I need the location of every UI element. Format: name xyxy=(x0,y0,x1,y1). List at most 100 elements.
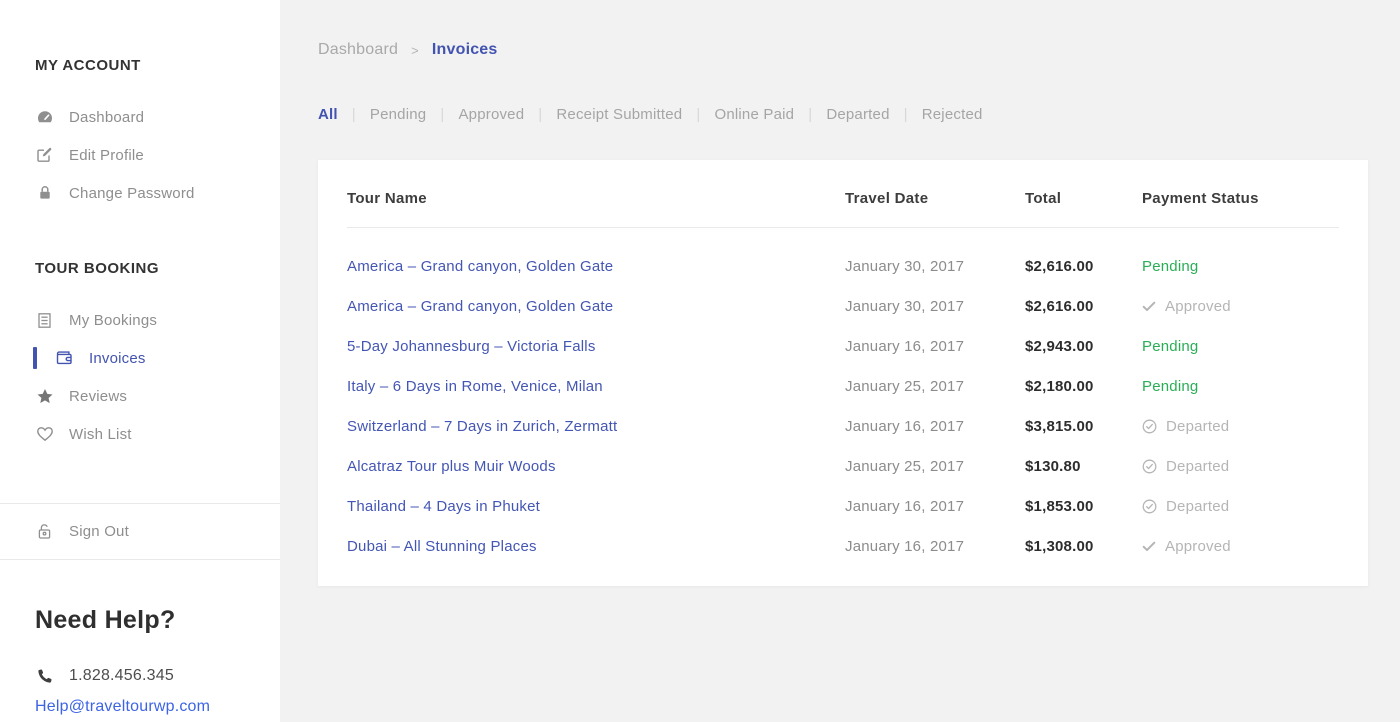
sidebar-item-invoices[interactable]: Invoices xyxy=(35,339,280,377)
section-title-my-account: MY ACCOUNT xyxy=(35,57,280,74)
filter-tab-rejected[interactable]: Rejected xyxy=(922,106,983,123)
breadcrumb-separator: > xyxy=(411,43,419,58)
payment-status-label: Departed xyxy=(1166,458,1229,475)
help-phone-number: 1.828.456.345 xyxy=(69,667,174,685)
filter-tab-departed[interactable]: Departed xyxy=(826,106,889,123)
edit-icon xyxy=(35,147,54,163)
payment-status-cell: Departed xyxy=(1142,458,1339,475)
payment-status-label: Pending xyxy=(1142,258,1198,275)
breadcrumb-dashboard-link[interactable]: Dashboard xyxy=(318,41,398,59)
tab-separator: | xyxy=(440,106,444,123)
total-cell: $2,616.00 xyxy=(1025,258,1142,275)
section-title-tour-booking: TOUR BOOKING xyxy=(35,260,280,277)
sidebar-item-reviews[interactable]: Reviews xyxy=(35,377,280,415)
total-cell: $1,308.00 xyxy=(1025,538,1142,555)
active-indicator-bar xyxy=(33,347,37,369)
check-circle-icon xyxy=(1142,459,1157,474)
need-help-heading: Need Help? xyxy=(35,606,280,635)
tour-name-link[interactable]: Italy – 6 Days in Rome, Venice, Milan xyxy=(347,378,603,395)
travel-date-cell: January 16, 2017 xyxy=(845,498,1025,515)
filter-tab-all[interactable]: All xyxy=(318,106,338,123)
payment-status-label: Approved xyxy=(1165,298,1231,315)
travel-date-cell: January 16, 2017 xyxy=(845,418,1025,435)
sidebar-item-dashboard[interactable]: Dashboard xyxy=(35,98,280,136)
tab-separator: | xyxy=(808,106,812,123)
tour-name-link[interactable]: Switzerland – 7 Days in Zurich, Zermatt xyxy=(347,418,617,435)
tour-name-link[interactable]: America – Grand canyon, Golden Gate xyxy=(347,258,613,275)
wallet-icon xyxy=(55,350,74,366)
filter-tab-approved[interactable]: Approved xyxy=(458,106,524,123)
sidebar-item-label: Wish List xyxy=(69,426,132,443)
column-header-total: Total xyxy=(1025,190,1142,207)
payment-status-label: Pending xyxy=(1142,338,1198,355)
tour-name-link[interactable]: Thailand – 4 Days in Phuket xyxy=(347,498,540,515)
table-body: America – Grand canyon, Golden Gate Janu… xyxy=(347,228,1339,566)
breadcrumb: Dashboard > Invoices xyxy=(318,41,1400,59)
table-row: Dubai – All Stunning Places January 16, … xyxy=(347,526,1339,566)
table-header-row: Tour Name Travel Date Total Payment Stat… xyxy=(347,160,1339,228)
travel-date-cell: January 30, 2017 xyxy=(845,298,1025,315)
column-header-tour-name: Tour Name xyxy=(347,190,845,207)
filter-tab-receipt-submitted[interactable]: Receipt Submitted xyxy=(556,106,682,123)
payment-status-label: Departed xyxy=(1166,418,1229,435)
help-email-link[interactable]: Help@traveltourwp.com xyxy=(35,698,210,716)
filter-tab-online-paid[interactable]: Online Paid xyxy=(714,106,794,123)
table-row: Alcatraz Tour plus Muir Woods January 25… xyxy=(347,446,1339,486)
lock-icon xyxy=(35,185,54,201)
tab-separator: | xyxy=(696,106,700,123)
tour-name-link[interactable]: 5-Day Johannesburg – Victoria Falls xyxy=(347,338,596,355)
breadcrumb-current-page: Invoices xyxy=(432,41,498,59)
table-row: Switzerland – 7 Days in Zurich, Zermatt … xyxy=(347,406,1339,446)
payment-status-cell: Departed xyxy=(1142,498,1339,515)
tour-name-link[interactable]: Alcatraz Tour plus Muir Woods xyxy=(347,458,556,475)
tab-separator: | xyxy=(904,106,908,123)
table-row: 5-Day Johannesburg – Victoria Falls Janu… xyxy=(347,326,1339,366)
filter-tab-pending[interactable]: Pending xyxy=(370,106,426,123)
divider xyxy=(0,559,280,560)
sidebar-item-label: Dashboard xyxy=(69,109,144,126)
sidebar-item-edit-profile[interactable]: Edit Profile xyxy=(35,136,280,174)
travel-date-cell: January 16, 2017 xyxy=(845,538,1025,555)
travel-date-cell: January 25, 2017 xyxy=(845,378,1025,395)
payment-status-label: Departed xyxy=(1166,498,1229,515)
sidebar-item-label: Change Password xyxy=(69,185,195,202)
total-cell: $2,616.00 xyxy=(1025,298,1142,315)
total-cell: $3,815.00 xyxy=(1025,418,1142,435)
sidebar-item-my-bookings[interactable]: My Bookings xyxy=(35,301,280,339)
payment-status-cell: Approved xyxy=(1142,538,1339,555)
sidebar-item-label: Invoices xyxy=(89,350,146,367)
travel-date-cell: January 30, 2017 xyxy=(845,258,1025,275)
payment-status-label: Approved xyxy=(1165,538,1231,555)
tour-name-link[interactable]: Dubai – All Stunning Places xyxy=(347,538,537,555)
sidebar-item-label: Reviews xyxy=(69,388,127,405)
table-row: Italy – 6 Days in Rome, Venice, Milan Ja… xyxy=(347,366,1339,406)
table-row: Thailand – 4 Days in Phuket January 16, … xyxy=(347,486,1339,526)
bookings-icon xyxy=(35,312,54,329)
main-content: Dashboard > Invoices All | Pending | Approve… xyxy=(280,0,1400,722)
sign-out-button[interactable]: Sign Out xyxy=(35,513,129,551)
total-cell: $130.80 xyxy=(1025,458,1142,475)
check-icon xyxy=(1142,541,1156,552)
total-cell: $2,943.00 xyxy=(1025,338,1142,355)
unlock-icon xyxy=(35,523,54,540)
column-header-payment-status: Payment Status xyxy=(1142,190,1339,207)
check-circle-icon xyxy=(1142,419,1157,434)
tab-separator: | xyxy=(352,106,356,123)
sign-out-label: Sign Out xyxy=(69,523,129,540)
payment-status-cell: Pending xyxy=(1142,378,1339,395)
dashboard-icon xyxy=(35,109,54,125)
total-cell: $2,180.00 xyxy=(1025,378,1142,395)
heart-icon xyxy=(35,426,54,442)
tour-name-link[interactable]: America – Grand canyon, Golden Gate xyxy=(347,298,613,315)
travel-date-cell: January 25, 2017 xyxy=(845,458,1025,475)
payment-status-cell: Departed xyxy=(1142,418,1339,435)
travel-date-cell: January 16, 2017 xyxy=(845,338,1025,355)
column-header-travel-date: Travel Date xyxy=(845,190,1025,207)
sidebar-item-wish-list[interactable]: Wish List xyxy=(35,415,280,453)
payment-status-label: Pending xyxy=(1142,378,1198,395)
invoices-table-card: Tour Name Travel Date Total Payment Stat… xyxy=(318,160,1368,586)
phone-icon xyxy=(35,668,54,684)
tab-separator: | xyxy=(538,106,542,123)
star-icon xyxy=(35,388,54,405)
sidebar-item-change-password[interactable]: Change Password xyxy=(35,174,280,212)
